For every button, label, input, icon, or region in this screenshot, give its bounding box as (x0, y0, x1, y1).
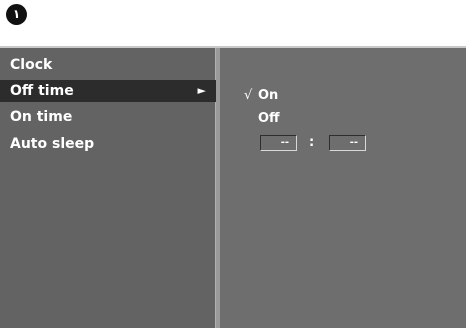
option-label: On (258, 88, 279, 103)
menu-item-label: Off time (10, 83, 74, 99)
step-number-badge: ١ (6, 4, 27, 25)
menu-item-clock[interactable]: Clock (0, 54, 216, 76)
hour-field[interactable]: -- (260, 135, 297, 151)
minute-field[interactable]: -- (329, 135, 366, 151)
option-label: Off (258, 111, 280, 126)
main-menu-panel: Clock Off time ► On time Auto sleep (0, 48, 216, 328)
instruction-figure: ١ Clock Off time ► On time Auto sleep √ … (0, 0, 466, 328)
menu-item-auto-sleep[interactable]: Auto sleep (0, 133, 216, 155)
menu-item-on-time[interactable]: On time (0, 106, 216, 128)
time-separator: : (309, 135, 315, 150)
menu-item-label: On time (10, 109, 73, 125)
submenu-panel: √ On Off -- : -- (220, 48, 466, 328)
osd-menu-window: Clock Off time ► On time Auto sleep √ On… (0, 46, 466, 328)
right-arrow-icon: ► (197, 84, 206, 97)
option-off[interactable]: Off (258, 110, 280, 128)
option-on[interactable]: On (258, 87, 278, 105)
menu-item-label: Clock (10, 57, 53, 73)
menu-item-label: Auto sleep (10, 136, 95, 152)
menu-item-off-time[interactable]: Off time ► (0, 80, 216, 102)
checkmark-icon: √ (244, 88, 253, 103)
